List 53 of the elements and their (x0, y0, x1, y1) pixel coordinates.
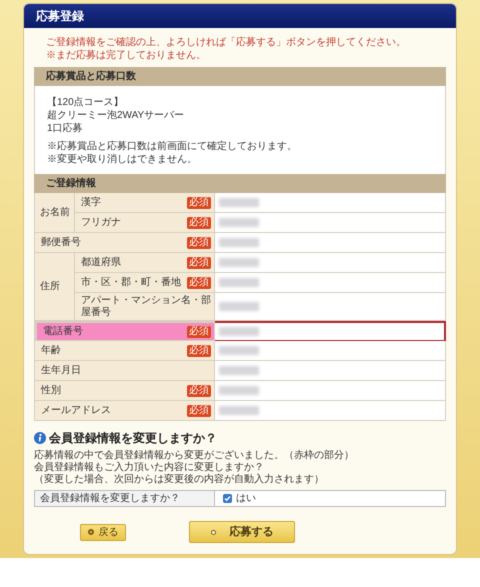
field-label: 市・区・郡・町・番地 (81, 276, 181, 288)
field-label: メールアドレス (41, 404, 111, 416)
required-badge: 必須 (187, 344, 211, 356)
required-badge: 必須 (187, 236, 211, 248)
required-badge: 必須 (187, 276, 211, 288)
required-badge: 必須 (187, 326, 211, 338)
group-label: 住所 (40, 280, 60, 294)
blurred-value (219, 406, 259, 415)
checkbox-label: はい (236, 492, 256, 506)
blurred-value (219, 302, 259, 311)
field-label: 性別 (41, 384, 61, 396)
description-text: 会員登録情報もご入力頂いた内容に変更しますか？ (34, 462, 265, 474)
submit-button[interactable]: 応募する (189, 521, 295, 543)
field-label: 生年月日 (41, 364, 81, 376)
blurred-value (219, 218, 259, 227)
field-label: 郵便番号 (41, 236, 81, 248)
field-label: 電話番号 (43, 326, 83, 338)
blurred-value (219, 198, 259, 207)
page-title: 応募登録 (36, 8, 84, 25)
section-title: 会員登録情報を変更しますか？ (49, 430, 217, 447)
back-button[interactable]: 戻る (80, 524, 126, 540)
group-label: お名前 (40, 206, 70, 220)
prize-note: ※応募賞品と応募口数は前画面にて確定しております。 (47, 140, 298, 153)
field-label: 漢字 (81, 196, 101, 208)
field-label: 都道府県 (81, 256, 121, 268)
required-badge: 必須 (187, 216, 211, 228)
blurred-value (219, 278, 259, 287)
blurred-value (219, 366, 259, 375)
blurred-value (219, 327, 259, 336)
required-badge: 必須 (187, 384, 211, 396)
blurred-value (219, 258, 259, 267)
prize-text: 1口応募 (47, 122, 84, 135)
blurred-value (219, 346, 259, 355)
field-label: フリガナ (81, 216, 121, 228)
field-label: 年齢 (41, 344, 61, 356)
field-label: アパート・マンション名・部屋番号 (81, 294, 211, 318)
info-icon (34, 432, 46, 444)
section-title: ご登録情報 (46, 176, 96, 191)
description-text: 応募情報の中で会員登録情報から変更がございました。（赤枠の部分） (34, 450, 355, 462)
prize-text: 超クリーミー泡2WAYサーバー (47, 109, 186, 122)
description-text: （変更した場合、次回からは変更後の内容が自動入力されます） (34, 474, 325, 486)
blurred-value (219, 238, 259, 247)
required-badge: 必須 (187, 404, 211, 416)
prize-note: ※変更や取り消しはできません。 (47, 153, 198, 166)
notice-text: ご登録情報をご確認の上、よろしければ「応募する」ボタンを押してください。 (46, 36, 407, 49)
blurred-value (219, 386, 259, 395)
prize-text: 【120点コース】 (47, 96, 125, 109)
section-title: 応募賞品と応募口数 (46, 69, 136, 84)
required-badge: 必須 (187, 256, 211, 268)
notice-text: ※まだ応募は完了しておりません。 (46, 49, 207, 62)
required-badge: 必須 (187, 196, 211, 208)
checkbox[interactable] (223, 494, 232, 503)
field-label: 会員登録情報を変更しますか？ (40, 492, 180, 506)
